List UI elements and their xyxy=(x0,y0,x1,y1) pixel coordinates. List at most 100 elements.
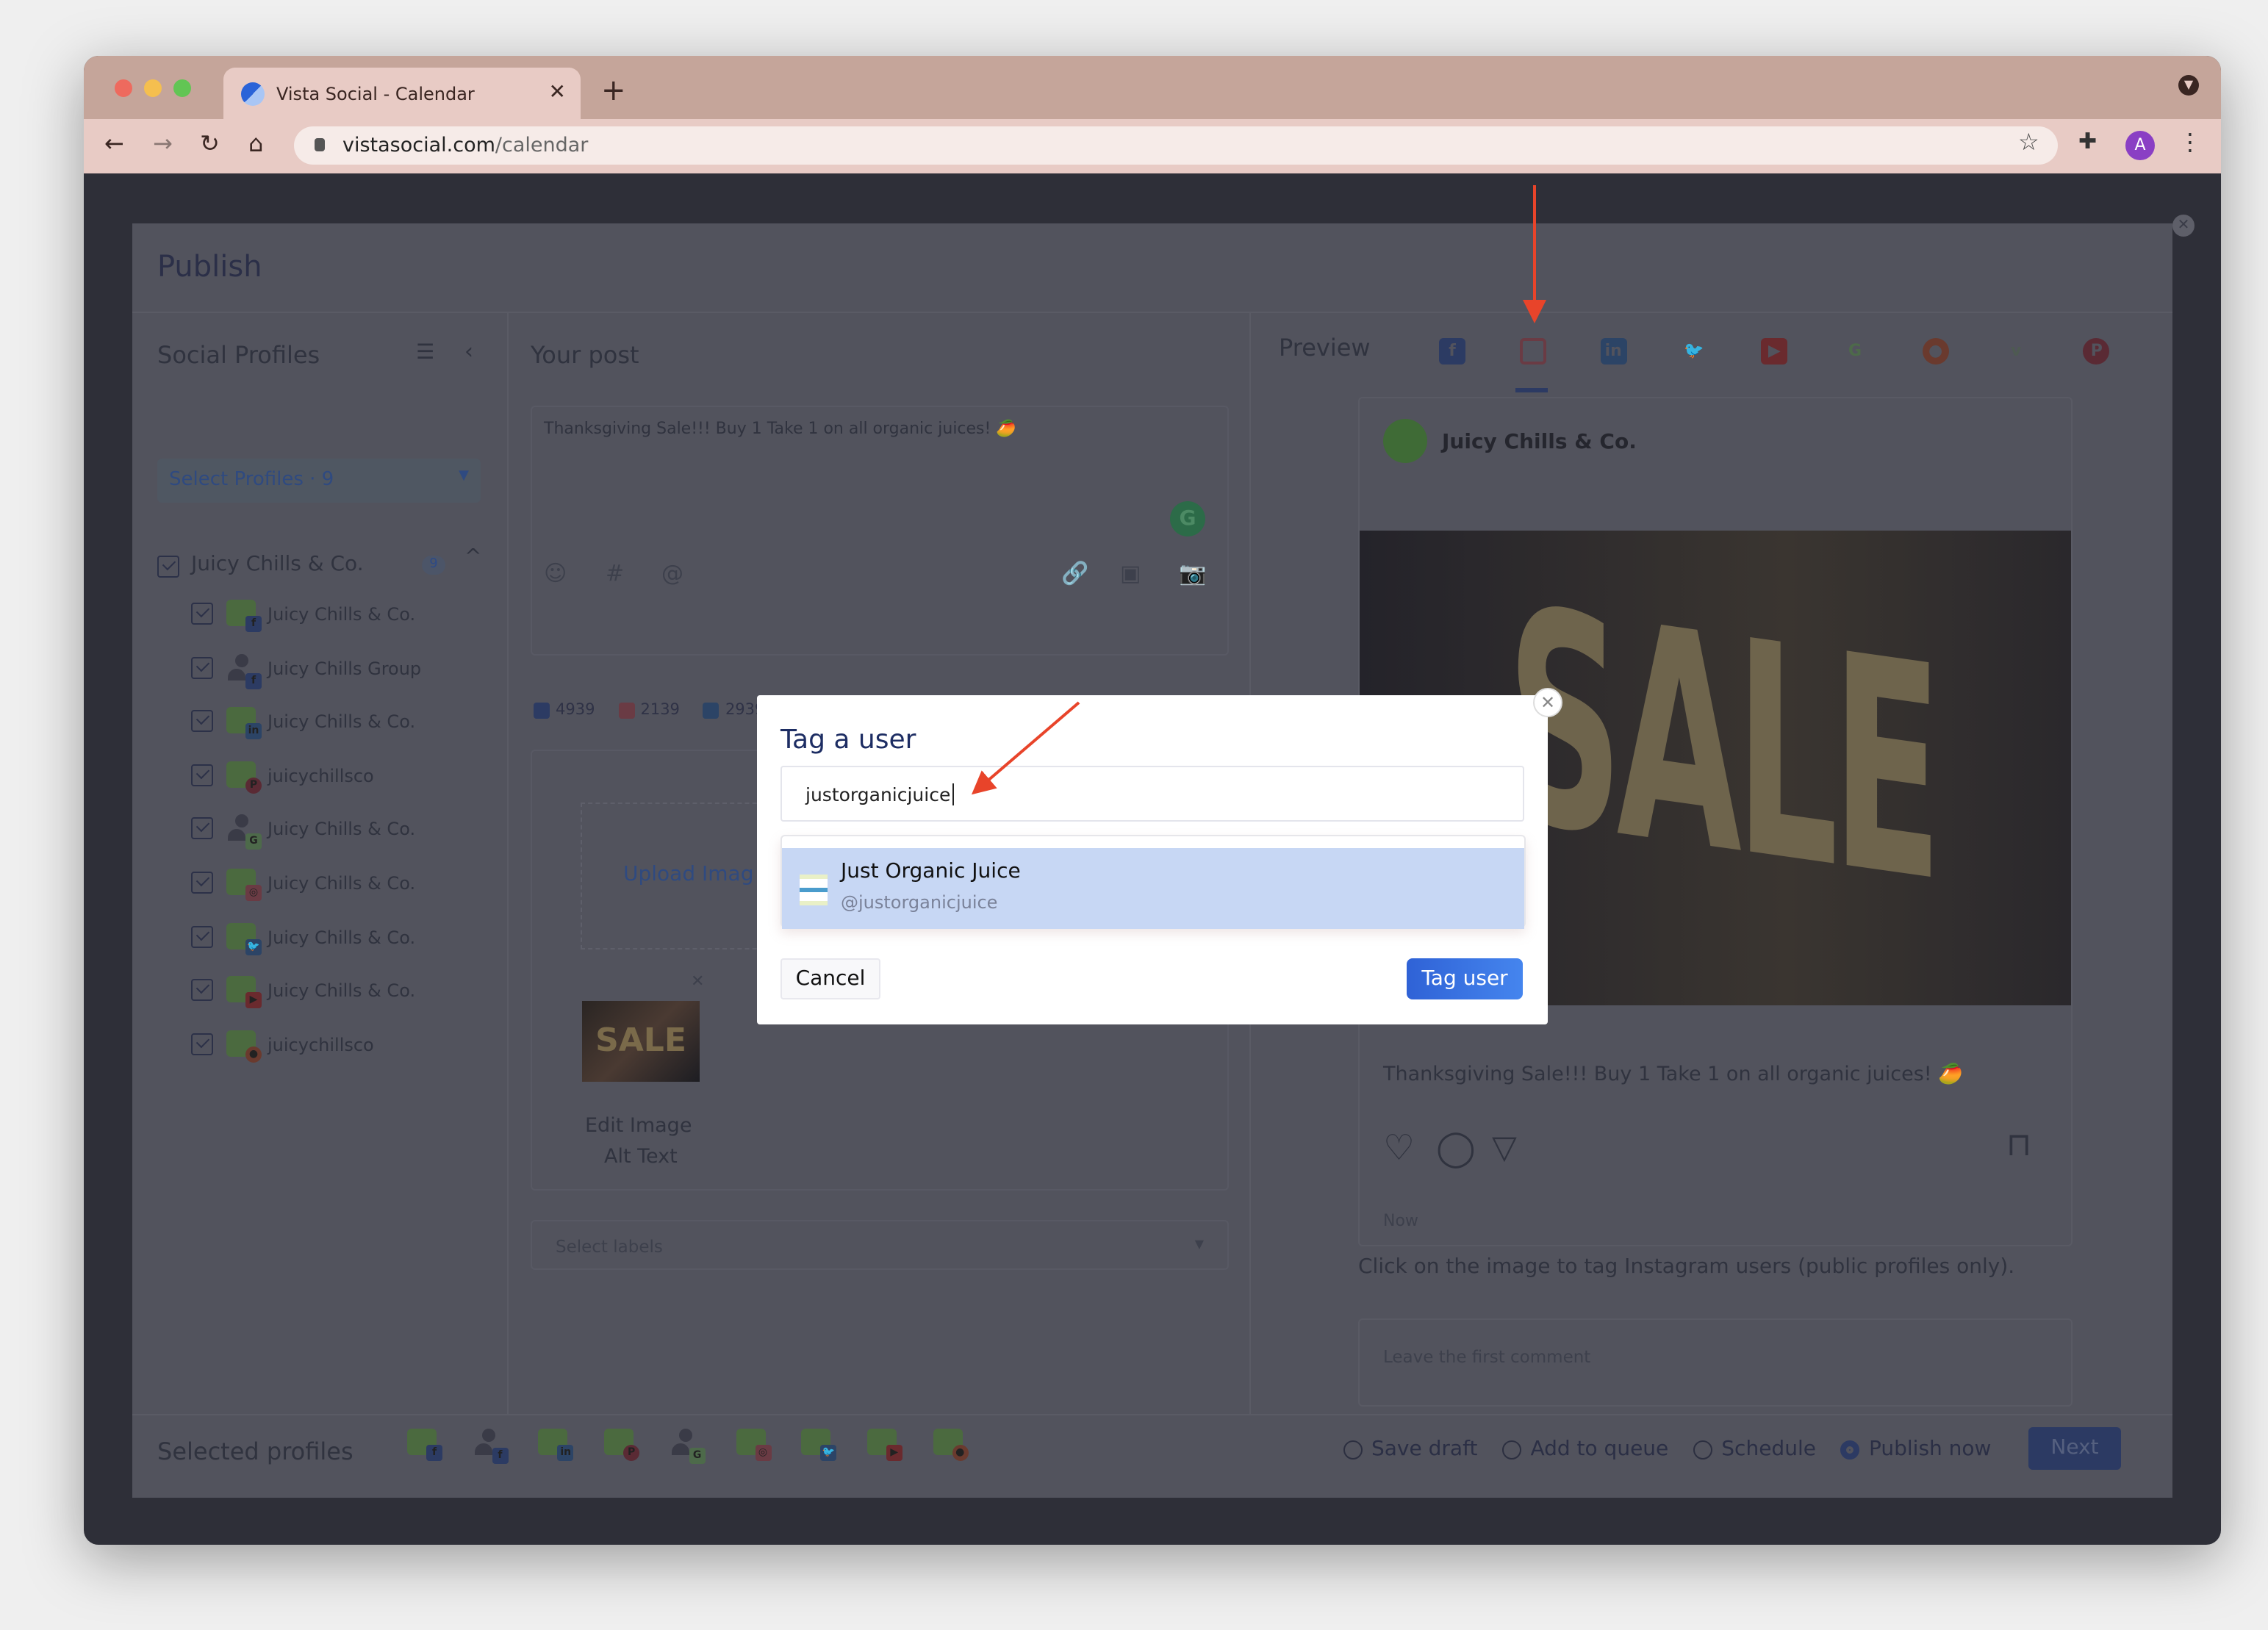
close-tab-icon[interactable]: ✕ xyxy=(549,81,566,104)
profile-item[interactable]: Pjuicychillsco xyxy=(191,761,485,794)
labels-select[interactable]: Select labels ▼ xyxy=(531,1220,1229,1270)
profile-item[interactable]: G Juicy Chills & Co. xyxy=(191,814,485,850)
radio-button[interactable] xyxy=(1693,1440,1713,1459)
char-count-facebook: 4939 xyxy=(534,701,595,719)
profile-name: Juicy Chills & Co. xyxy=(268,873,416,894)
close-window-button[interactable] xyxy=(115,79,132,97)
filter-icon[interactable]: ☰ xyxy=(416,341,434,365)
post-editor[interactable]: Thanksgiving Sale!!! Buy 1 Take 1 on all… xyxy=(531,406,1229,656)
tab-search-icon[interactable]: ▼ xyxy=(2178,75,2199,96)
extensions-puzzle-icon[interactable]: ✚ xyxy=(2078,128,2097,154)
alt-text-link[interactable]: Alt Text xyxy=(604,1145,678,1168)
close-publish-icon[interactable]: ✕ xyxy=(2172,215,2195,237)
radio-button[interactable] xyxy=(1840,1440,1860,1459)
profile-item[interactable]: in Juicy Chills & Co. xyxy=(191,707,485,740)
preview-tab-reddit-icon[interactable]: ● xyxy=(1922,338,1949,365)
home-icon[interactable]: ⌂ xyxy=(248,129,263,157)
profile-checkbox[interactable] xyxy=(191,764,213,786)
forward-icon[interactable]: → xyxy=(153,129,173,157)
radio-button[interactable] xyxy=(1343,1440,1363,1459)
camera-icon[interactable]: 📷 xyxy=(1179,560,1206,586)
profile-item[interactable]: 🐦 Juicy Chills & Co. xyxy=(191,922,485,955)
remove-image-icon[interactable]: ✕ xyxy=(691,972,704,991)
lock-icon xyxy=(315,138,325,151)
bookmark-star-icon[interactable]: ☆ xyxy=(2018,128,2039,156)
edit-image-link[interactable]: Edit Image xyxy=(585,1114,692,1138)
option-save-draft[interactable]: Save draft xyxy=(1343,1437,1477,1461)
preview-tab-twitter-icon[interactable]: 🐦 xyxy=(1681,338,1707,365)
profile-checkbox[interactable] xyxy=(191,603,213,625)
new-tab-button[interactable]: + xyxy=(601,72,626,107)
tab-bar: Vista Social - Calendar ✕ + ▼ xyxy=(84,56,2221,121)
select-profiles-dropdown[interactable]: Select Profiles · 9 ▼ xyxy=(157,459,481,503)
linkedin-icon xyxy=(703,702,719,718)
profile-checkbox[interactable] xyxy=(191,656,213,679)
emoji-icon[interactable]: ☺ xyxy=(544,560,567,586)
maximize-window-button[interactable] xyxy=(173,79,191,97)
upload-image-link[interactable]: Upload Imag xyxy=(623,863,754,886)
profile-item[interactable]: f Juicy Chills Group xyxy=(191,653,485,689)
reload-icon[interactable]: ↻ xyxy=(200,129,220,157)
tag-user-search-input[interactable]: justorganicjuice xyxy=(780,766,1524,822)
url-input[interactable]: vistasocial.com/calendar xyxy=(294,126,2058,165)
preview-tab-facebook-icon[interactable]: f xyxy=(1439,338,1465,365)
close-dialog-icon[interactable]: ✕ xyxy=(1533,688,1562,717)
option-add-to-queue[interactable]: Add to queue xyxy=(1502,1437,1668,1461)
link-icon[interactable]: 🔗 xyxy=(1061,560,1088,586)
profile-logo-avatar: in xyxy=(226,707,262,740)
minimize-window-button[interactable] xyxy=(144,79,162,97)
profile-checkbox[interactable] xyxy=(191,872,213,894)
result-name: Just Organic Juice xyxy=(841,860,1021,883)
browser-menu-icon[interactable]: ⋮ xyxy=(2178,128,2202,156)
result-handle: @justorganicjuice xyxy=(841,892,998,913)
profile-item[interactable]: f Juicy Chills & Co. xyxy=(191,600,485,632)
option-schedule[interactable]: Schedule xyxy=(1693,1437,1816,1461)
option-label: Save draft xyxy=(1371,1437,1478,1461)
collapse-chevron-up-icon[interactable]: ^ xyxy=(464,545,481,569)
profile-item[interactable]: ● juicychillsco xyxy=(191,1030,485,1063)
back-icon[interactable]: ← xyxy=(104,129,124,157)
profile-item[interactable]: ▶ Juicy Chills & Co. xyxy=(191,976,485,1009)
hashtag-icon[interactable]: # xyxy=(606,560,624,586)
selected-profile-avatar: ▶ xyxy=(866,1429,902,1461)
facebook-icon xyxy=(534,702,550,718)
preview-tab-pinterest-icon[interactable]: P xyxy=(2083,338,2110,365)
profile-checkbox[interactable] xyxy=(191,1033,213,1055)
preview-time: Now xyxy=(1383,1211,1418,1230)
browser-tab[interactable]: Vista Social - Calendar ✕ xyxy=(223,68,581,121)
media-library-icon[interactable]: ▣ xyxy=(1120,560,1141,586)
search-input-value: justorganicjuice xyxy=(805,783,954,805)
preview-title: Preview xyxy=(1279,334,1371,362)
profile-name: Juicy Chills & Co. xyxy=(268,980,416,1002)
preview-tab-youtube-icon[interactable]: ▶ xyxy=(1761,338,1788,365)
group-checkbox[interactable] xyxy=(157,556,179,578)
divider xyxy=(132,1414,2172,1415)
tag-hint: Click on the image to tag Instagram user… xyxy=(1358,1255,2015,1279)
labels-placeholder: Select labels xyxy=(556,1236,663,1257)
preview-tab-instagram-icon[interactable] xyxy=(1519,338,1546,365)
option-publish-now[interactable]: Publish now xyxy=(1840,1437,1991,1461)
radio-button[interactable] xyxy=(1502,1440,1522,1459)
profile-avatar[interactable]: A xyxy=(2125,131,2155,160)
profile-checkbox[interactable] xyxy=(191,817,213,840)
preview-tab-vimeo-icon[interactable]: v xyxy=(2003,338,2029,365)
upload-area[interactable]: Upload Imag xyxy=(581,803,772,949)
grammarly-icon[interactable]: G xyxy=(1170,501,1205,536)
image-thumbnail[interactable]: SALE xyxy=(582,1001,700,1082)
dialog-title: Tag a user xyxy=(780,725,916,755)
profile-checkbox[interactable] xyxy=(191,979,213,1002)
preview-tab-google-icon[interactable]: G xyxy=(1842,338,1868,365)
next-button[interactable]: Next xyxy=(2028,1427,2121,1470)
collapse-chevron-left-icon[interactable]: ‹ xyxy=(464,338,473,365)
instagram-icon: ◎ xyxy=(755,1445,771,1461)
post-text[interactable]: Thanksgiving Sale!!! Buy 1 Take 1 on all… xyxy=(544,419,1016,438)
result-just-organic-juice[interactable]: Just Organic Juice @justorganicjuice xyxy=(782,848,1524,929)
tag-user-button[interactable]: Tag user xyxy=(1407,958,1523,999)
cancel-button[interactable]: Cancel xyxy=(780,958,880,999)
profile-checkbox[interactable] xyxy=(191,710,213,733)
mention-icon[interactable]: @ xyxy=(661,560,683,586)
first-comment-input[interactable]: Leave the first comment xyxy=(1358,1318,2073,1407)
profile-checkbox[interactable] xyxy=(191,925,213,948)
profile-item[interactable]: ◎ Juicy Chills & Co. xyxy=(191,869,485,901)
preview-tab-linkedin-icon[interactable]: in xyxy=(1600,338,1627,365)
